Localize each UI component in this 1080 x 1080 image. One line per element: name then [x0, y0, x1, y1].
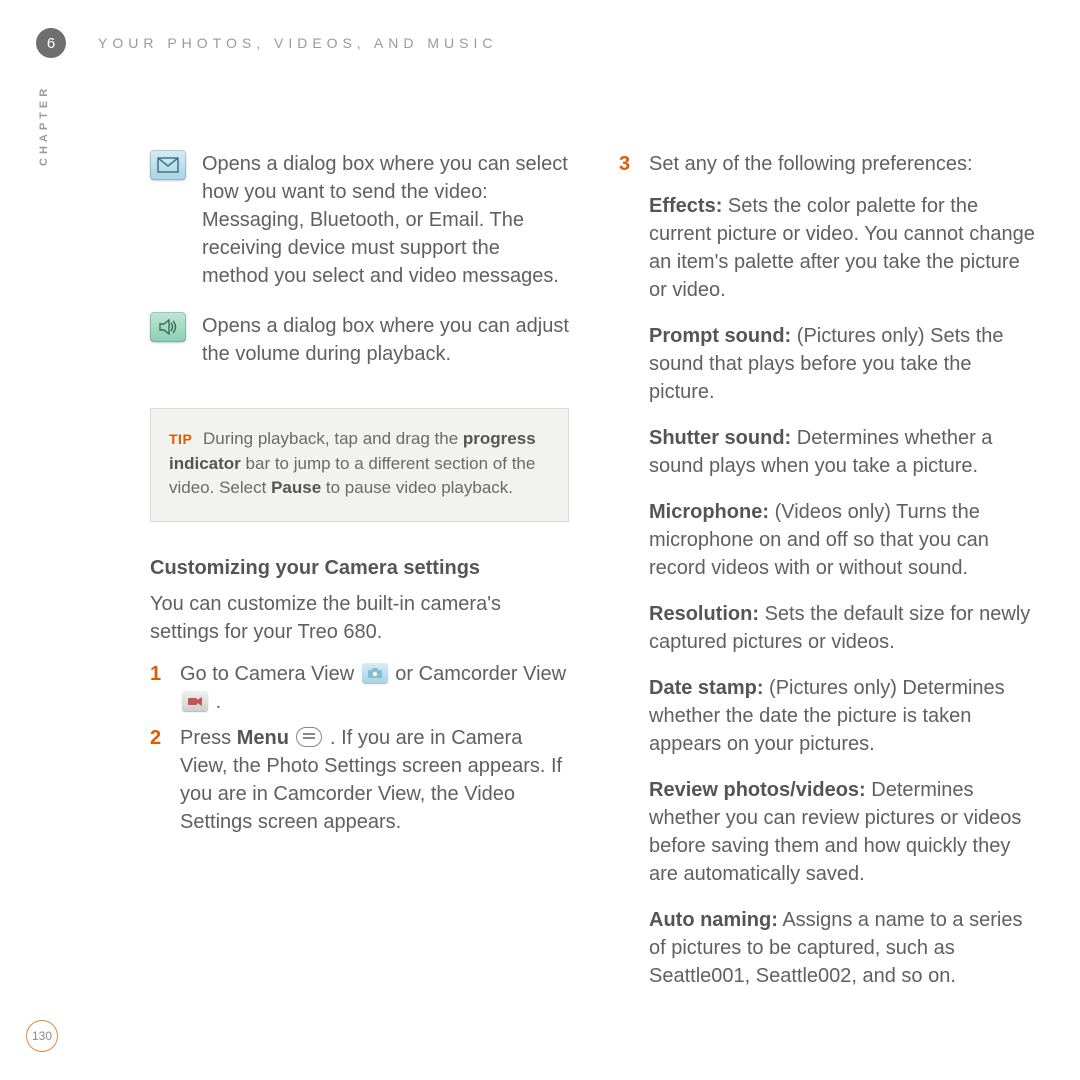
page: 6 YOUR PHOTOS, VIDEOS, AND MUSIC CHAPTER… — [0, 0, 1080, 1080]
camcorder-view-icon — [182, 691, 208, 711]
right-column: 3 Set any of the following preferences: … — [619, 150, 1038, 1008]
left-column: Opens a dialog box where you can select … — [150, 150, 569, 1008]
icon-row-volume-text: Opens a dialog box where you can adjust … — [202, 312, 569, 368]
icon-row-volume: Opens a dialog box where you can adjust … — [150, 312, 569, 368]
pref-review-label: Review photos/videos: — [649, 779, 866, 801]
step-2-text: Press Menu . If you are in Camera View, … — [180, 724, 569, 836]
step-1-text: Go to Camera View or Camcorder View . — [180, 660, 569, 716]
pref-auto-naming-label: Auto naming: — [649, 909, 778, 931]
pref-resolution: Resolution: Sets the default size for ne… — [649, 600, 1038, 656]
pref-microphone-label: Microphone: — [649, 501, 769, 523]
pref-date-stamp-label: Date stamp: — [649, 677, 763, 699]
tip-box: TIP During playback, tap and drag the pr… — [150, 408, 569, 522]
page-header-title: YOUR PHOTOS, VIDEOS, AND MUSIC — [98, 34, 497, 54]
content-columns: Opens a dialog box where you can select … — [150, 150, 1038, 1008]
step-2: 2 Press Menu . If you are in Camera View… — [150, 724, 569, 836]
step-3: 3 Set any of the following preferences: — [619, 150, 1038, 178]
step-1-part-2: or Camcorder View — [395, 663, 566, 685]
chapter-label: CHAPTER — [37, 85, 52, 166]
pref-date-stamp: Date stamp: (Pictures only) Determines w… — [649, 674, 1038, 758]
icon-row-send-text: Opens a dialog box where you can select … — [202, 150, 569, 290]
pref-review: Review photos/videos: Determines whether… — [649, 776, 1038, 888]
pref-shutter-sound: Shutter sound: Determines whether a soun… — [649, 424, 1038, 480]
step-1-part-1: Go to Camera View — [180, 663, 360, 685]
pref-effects: Effects: Sets the color palette for the … — [649, 192, 1038, 304]
step-num-3: 3 — [619, 150, 649, 178]
tip-text-3: to pause video playback. — [326, 478, 513, 497]
pref-prompt-sound-label: Prompt sound: — [649, 325, 791, 347]
camera-view-icon — [362, 663, 388, 683]
step-1: 1 Go to Camera View or Camcorder View . — [150, 660, 569, 716]
tip-label: TIP — [169, 431, 192, 447]
step-2-bold: Menu — [237, 727, 289, 749]
icon-row-send: Opens a dialog box where you can select … — [150, 150, 569, 290]
page-number: 130 — [26, 1020, 58, 1052]
pref-microphone: Microphone: (Videos only) Turns the micr… — [649, 498, 1038, 582]
chapter-number-badge: 6 — [36, 28, 66, 58]
pref-resolution-label: Resolution: — [649, 603, 759, 625]
step-num-2: 2 — [150, 724, 180, 752]
menu-button-icon — [296, 727, 322, 747]
speaker-icon — [150, 312, 186, 342]
pref-prompt-sound: Prompt sound: (Pictures only) Sets the s… — [649, 322, 1038, 406]
section-heading: Customizing your Camera settings — [150, 554, 569, 582]
pref-effects-label: Effects: — [649, 195, 722, 217]
pref-auto-naming: Auto naming: Assigns a name to a series … — [649, 906, 1038, 990]
step-1-part-3: . — [216, 691, 222, 713]
step-num-1: 1 — [150, 660, 180, 688]
tip-text-1: During playback, tap and drag the — [203, 429, 463, 448]
preferences-list: Effects: Sets the color palette for the … — [619, 192, 1038, 990]
step-3-lead-text: Set any of the following preferences: — [649, 150, 1038, 178]
pref-shutter-sound-label: Shutter sound: — [649, 427, 791, 449]
envelope-icon — [150, 150, 186, 180]
section-intro: You can customize the built-in camera's … — [150, 590, 569, 646]
step-2-part-1: Press — [180, 727, 237, 749]
tip-bold-2: Pause — [271, 478, 321, 497]
